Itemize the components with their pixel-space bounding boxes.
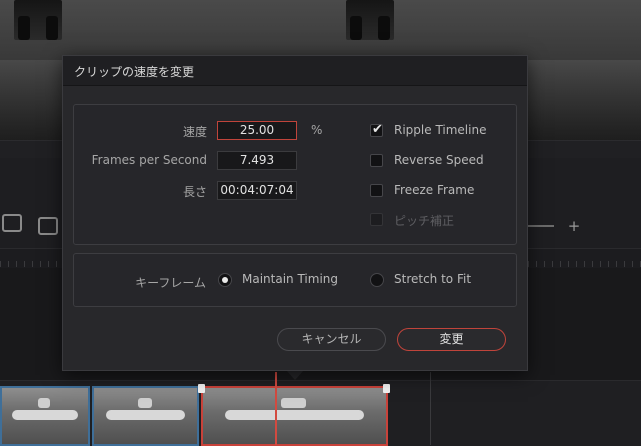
dialog-titlebar[interactable]: クリップの速度を変更 — [63, 56, 527, 86]
selected-timeline-clip[interactable] — [201, 386, 388, 446]
ripple-timeline-label: Ripple Timeline — [394, 123, 487, 137]
stretch-to-fit-radio[interactable] — [370, 273, 384, 287]
duration-input[interactable]: 00:04:07:04 — [217, 181, 297, 200]
replace-clip-icon[interactable] — [2, 214, 22, 232]
speed-unit: % — [311, 123, 323, 137]
maintain-timing-radio[interactable] — [218, 273, 232, 287]
speed-label: 速度 — [182, 125, 207, 139]
clip-trim-handle-left[interactable] — [198, 384, 205, 393]
stretch-to-fit-label: Stretch to Fit — [394, 272, 472, 286]
timeline-divider — [430, 372, 431, 445]
dialog-title: クリップの速度を変更 — [74, 65, 195, 79]
cancel-button[interactable]: キャンセル — [277, 328, 386, 351]
pitch-correction-checkbox — [370, 213, 383, 226]
landing-gear-left — [14, 0, 62, 40]
maintain-timing-label: Maintain Timing — [242, 272, 338, 286]
playhead[interactable] — [275, 372, 277, 445]
dialog-pointer — [286, 370, 304, 380]
freeze-frame-label: Freeze Frame — [394, 183, 475, 197]
change-clip-speed-dialog: クリップの速度を変更 速度 25.00 % Frames per Second … — [62, 55, 528, 371]
swap-clip-icon[interactable] — [38, 217, 58, 235]
fps-label: Frames per Second — [91, 153, 207, 167]
reverse-speed-label: Reverse Speed — [394, 153, 484, 167]
clip-trim-handle-right[interactable] — [383, 384, 390, 393]
duration-label: 長さ — [182, 185, 207, 199]
speed-input[interactable]: 25.00 — [217, 121, 297, 140]
timeline-clip[interactable] — [0, 386, 90, 446]
apply-button[interactable]: 変更 — [397, 328, 506, 351]
freeze-frame-checkbox[interactable] — [370, 184, 383, 197]
zoom-in-icon[interactable]: + — [566, 218, 582, 234]
ripple-timeline-checkbox[interactable]: ✔ — [370, 122, 383, 137]
landing-gear-right — [346, 0, 394, 40]
fps-input[interactable]: 7.493 — [217, 151, 297, 170]
keyframe-label: キーフレーム — [135, 276, 206, 290]
reverse-speed-checkbox[interactable] — [370, 154, 383, 167]
timeline-clip[interactable] — [92, 386, 199, 446]
checkmark-icon: ✔ — [372, 122, 383, 137]
pitch-correction-label: ピッチ補正 — [394, 214, 455, 228]
